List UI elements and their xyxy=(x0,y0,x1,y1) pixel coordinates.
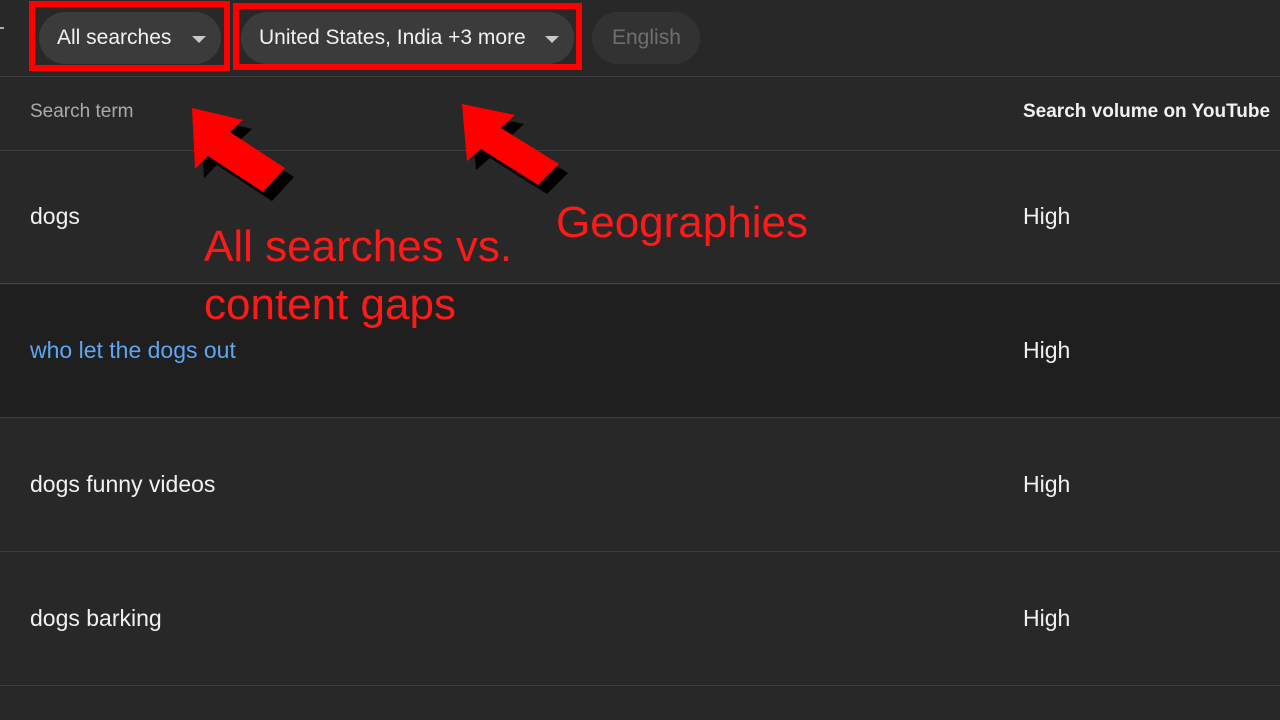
language-chip[interactable]: English xyxy=(592,12,700,64)
search-type-label: All searches xyxy=(57,26,172,49)
caret-down-icon xyxy=(192,36,206,43)
table-header: Search term Search volume on YouTube xyxy=(0,77,1280,151)
language-label: English xyxy=(612,26,681,49)
search-term[interactable]: dogs xyxy=(30,203,80,230)
search-term[interactable]: dogs funny videos xyxy=(30,471,215,498)
caret-down-icon xyxy=(545,36,559,43)
filter-bar: All searches United States, India +3 mor… xyxy=(0,0,1280,77)
search-type-dropdown[interactable]: All searches xyxy=(39,12,221,64)
table-row[interactable]: dogs funny videos High xyxy=(0,419,1280,552)
edge-tick xyxy=(0,27,4,29)
search-insights-page: All searches United States, India +3 mor… xyxy=(0,0,1280,720)
search-volume: High xyxy=(1023,471,1071,497)
search-volume: High xyxy=(1023,605,1071,631)
geography-dropdown[interactable]: United States, India +3 more xyxy=(241,12,574,64)
table-row[interactable]: dogs High xyxy=(0,151,1280,284)
search-volume: High xyxy=(1023,203,1071,229)
table-row[interactable]: dogs barking High xyxy=(0,553,1280,686)
search-term[interactable]: dogs barking xyxy=(30,605,162,632)
geography-label: United States, India +3 more xyxy=(259,26,526,49)
search-volume: High xyxy=(1023,337,1071,363)
column-header-search-term[interactable]: Search term xyxy=(30,101,133,123)
search-term-link[interactable]: who let the dogs out xyxy=(30,337,236,364)
table-row[interactable]: who let the dogs out High xyxy=(0,285,1280,418)
column-header-search-volume[interactable]: Search volume on YouTube xyxy=(1023,101,1270,123)
